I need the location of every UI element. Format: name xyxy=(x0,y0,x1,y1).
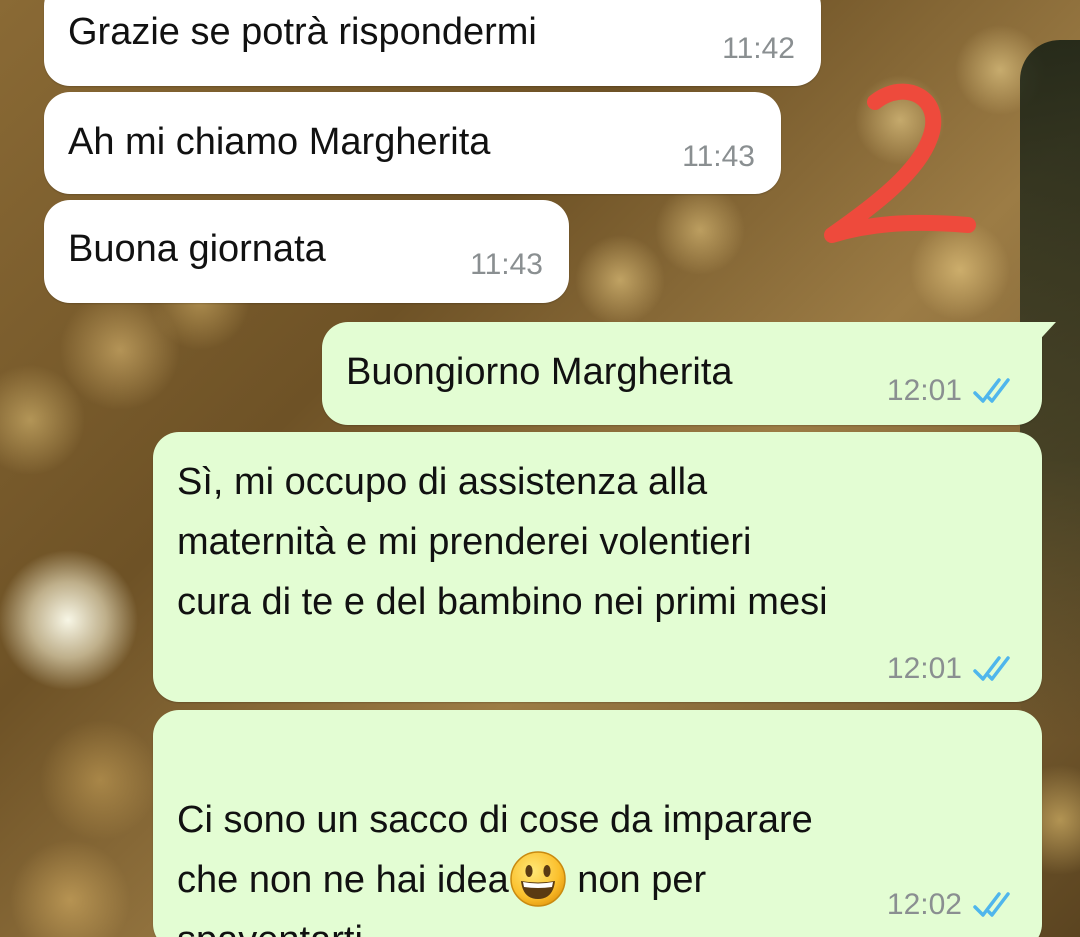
handwritten-number-2 xyxy=(824,83,976,243)
double-check-read-icon xyxy=(972,376,1016,406)
double-check-read-icon xyxy=(972,654,1016,684)
grinning-face-emoji xyxy=(509,851,566,907)
message-time: 12:01 xyxy=(887,374,1016,408)
timestamp: 12:01 xyxy=(886,652,962,685)
message-time: 11:42 xyxy=(722,32,795,66)
timestamp: 12:01 xyxy=(886,374,962,407)
message-outgoing[interactable]: Sì, mi occupo di assistenza alla materni… xyxy=(153,432,1042,702)
bubble-tail xyxy=(1026,322,1056,348)
message-incoming[interactable]: Grazie se potrà rispondermi 11:42 xyxy=(44,0,821,86)
chat-background: Grazie se potrà rispondermi 11:42 Ah mi … xyxy=(0,0,1080,937)
message-text: Buongiorno Margherita xyxy=(346,351,733,393)
message-outgoing[interactable]: Ci sono un sacco di cose da imparare che… xyxy=(153,710,1042,937)
message-time: 12:01 xyxy=(887,652,1016,686)
double-check-read-icon xyxy=(972,890,1016,920)
message-outgoing[interactable]: Buongiorno Margherita 12:01 xyxy=(322,322,1056,425)
message-text: Grazie se potrà rispondermi xyxy=(68,11,537,53)
timestamp: 12:02 xyxy=(886,888,962,921)
message-text-part: Ci sono un sacco di cose da imparare che… xyxy=(177,799,813,901)
message-time: 11:43 xyxy=(682,140,755,174)
message-text: Ci sono un sacco di cose da imparare che… xyxy=(177,730,813,937)
timestamp: 11:43 xyxy=(470,248,543,281)
message-text: Sì, mi occupo di assistenza alla materni… xyxy=(177,461,828,623)
message-text: Ah mi chiamo Margherita xyxy=(68,121,491,163)
timestamp: 11:42 xyxy=(722,32,795,65)
timestamp: 11:43 xyxy=(682,140,755,173)
message-incoming[interactable]: Ah mi chiamo Margherita 11:43 xyxy=(44,92,781,194)
message-time: 12:02 xyxy=(887,888,1016,922)
message-incoming[interactable]: Buona giornata 11:43 xyxy=(44,200,569,303)
message-time: 11:43 xyxy=(470,248,543,282)
message-text: Buona giornata xyxy=(68,228,326,270)
